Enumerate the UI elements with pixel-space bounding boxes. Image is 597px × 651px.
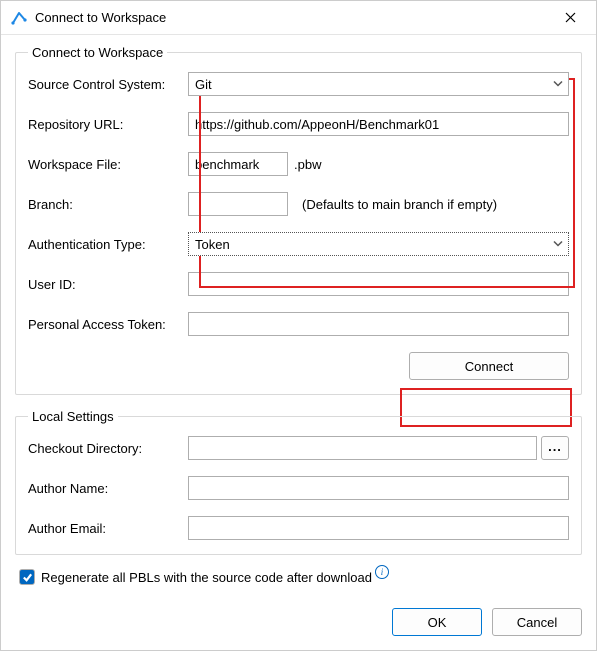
source-control-value: Git xyxy=(195,77,212,92)
auth-type-value: Token xyxy=(195,237,230,252)
cancel-button[interactable]: Cancel xyxy=(492,608,582,636)
auth-type-label: Authentication Type: xyxy=(28,237,188,252)
dialog-title: Connect to Workspace xyxy=(35,10,554,25)
checkout-dir-label: Checkout Directory: xyxy=(28,441,188,456)
connect-group: Connect to Workspace Source Control Syst… xyxy=(15,45,582,395)
author-name-input[interactable] xyxy=(188,476,569,500)
dialog-buttons: OK Cancel xyxy=(1,596,596,650)
connect-button[interactable]: Connect xyxy=(409,352,569,380)
pat-label: Personal Access Token: xyxy=(28,317,188,332)
workspace-file-label: Workspace File: xyxy=(28,157,188,172)
source-control-label: Source Control System: xyxy=(28,77,188,92)
highlight-box-fields xyxy=(199,78,575,288)
titlebar: Connect to Workspace xyxy=(1,1,596,35)
branch-label: Branch: xyxy=(28,197,188,212)
author-name-label: Author Name: xyxy=(28,481,188,496)
branch-input[interactable] xyxy=(188,192,288,216)
browse-button[interactable]: ... xyxy=(541,436,569,460)
repo-url-input[interactable] xyxy=(188,112,569,136)
workspace-file-input[interactable] xyxy=(188,152,288,176)
user-id-input[interactable] xyxy=(188,272,569,296)
close-button[interactable] xyxy=(554,6,586,30)
workspace-file-ext: .pbw xyxy=(294,157,321,172)
author-email-label: Author Email: xyxy=(28,521,188,536)
checkout-dir-input[interactable] xyxy=(188,436,537,460)
user-id-label: User ID: xyxy=(28,277,188,292)
connect-legend: Connect to Workspace xyxy=(28,45,167,60)
repo-url-label: Repository URL: xyxy=(28,117,188,132)
regenerate-row: Regenerate all PBLs with the source code… xyxy=(19,569,578,585)
dialog-window: Connect to Workspace Connect to Workspac… xyxy=(0,0,597,651)
info-icon[interactable]: i xyxy=(375,565,389,579)
local-settings-legend: Local Settings xyxy=(28,409,118,424)
app-icon xyxy=(11,10,27,26)
regenerate-label: Regenerate all PBLs with the source code… xyxy=(41,570,372,585)
source-control-select[interactable]: Git xyxy=(188,72,569,96)
dialog-content: Connect to Workspace Source Control Syst… xyxy=(1,35,596,596)
auth-type-select[interactable]: Token xyxy=(188,232,569,256)
branch-hint: (Defaults to main branch if empty) xyxy=(302,197,497,212)
author-email-input[interactable] xyxy=(188,516,569,540)
local-settings-group: Local Settings Checkout Directory: ... A… xyxy=(15,409,582,555)
regenerate-checkbox[interactable] xyxy=(19,569,35,585)
ok-button[interactable]: OK xyxy=(392,608,482,636)
pat-input[interactable] xyxy=(188,312,569,336)
